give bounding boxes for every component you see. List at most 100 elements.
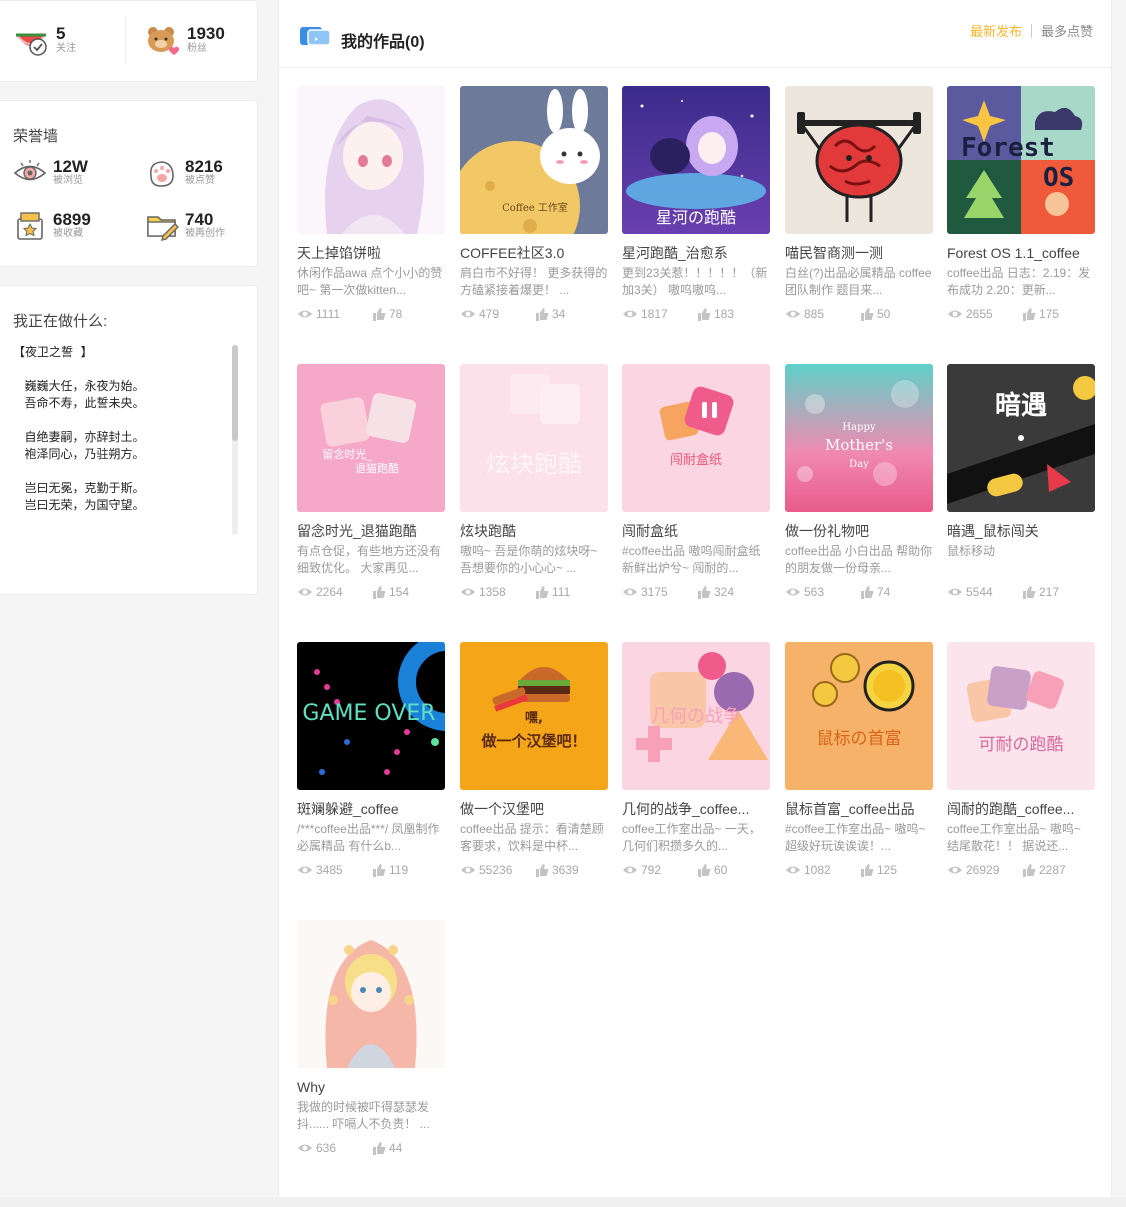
- xuankuai-image: 炫块跑酷: [460, 364, 608, 512]
- work-thumbnail[interactable]: [297, 920, 445, 1068]
- work-card[interactable]: 喵民智商测一测 白丝(?)出品必属精品 coffee团队制作 题目来... 88…: [785, 86, 933, 346]
- work-thumbnail[interactable]: 星河の跑酷: [622, 86, 770, 234]
- work-thumbnail[interactable]: 炫块跑酷: [460, 364, 608, 512]
- sort-popular-tab[interactable]: 最多点赞: [1041, 21, 1093, 40]
- work-card[interactable]: 闯耐盒纸 闯耐盒纸 #coffee出品 嗷呜闯耐盒纸新鲜出炉兮~ 闯耐的... …: [622, 364, 770, 624]
- remix-stat: 740 被再创作: [145, 209, 225, 241]
- work-card[interactable]: 炫块跑酷 炫块跑酷 嗷呜~ 吾是你萌的炫块呀~ 吾想要你的小心心~ ... 13…: [460, 364, 608, 624]
- work-thumbnail[interactable]: 嘿, 做一个汉堡吧！: [460, 642, 608, 790]
- work-title[interactable]: 天上掉馅饼啦: [297, 244, 445, 262]
- work-card[interactable]: Forest OS Forest OS 1.1_coffee coffee出品 …: [947, 86, 1095, 346]
- work-thumbnail[interactable]: 留念时光_ 退猫跑酷: [297, 364, 445, 512]
- work-card[interactable]: Why 我做的时候被吓得瑟瑟发抖...... 吓嗝人不负责！ ... 636 4…: [297, 920, 445, 1180]
- view-count-value: 563: [804, 585, 825, 599]
- like-count-value: 111: [552, 585, 571, 599]
- work-card[interactable]: 可耐の跑酷 闯耐的跑酷_coffee... coffee工作室出品~ 嗷呜~ 结…: [947, 642, 1095, 902]
- work-thumbnail[interactable]: 几何の战争: [622, 642, 770, 790]
- work-card[interactable]: GAME OVER 斑斓躲避_coffee /***coffee出品***/ 凤…: [297, 642, 445, 902]
- work-description: /***coffee出品***/ 凤凰制作必属精品 有什么b...: [297, 822, 440, 853]
- work-thumbnail[interactable]: [297, 86, 445, 234]
- eye-icon: [623, 866, 637, 874]
- work-meta: 563 74: [785, 585, 933, 599]
- like-count-value: 74: [877, 585, 891, 599]
- work-title[interactable]: 暗遇_鼠标闯关: [947, 522, 1095, 540]
- work-thumbnail[interactable]: Happy Mother's Day: [785, 364, 933, 512]
- work-thumbnail[interactable]: 暗遇: [947, 364, 1095, 512]
- work-card[interactable]: 嘿, 做一个汉堡吧！ 做一个汉堡吧 coffee出品 提示：看清楚顾客要求，饮料…: [460, 642, 608, 902]
- like-count: 78: [372, 307, 402, 321]
- view-count-value: 1358: [479, 585, 506, 599]
- work-meta: 1358 111: [460, 585, 608, 599]
- work-card[interactable]: 鼠标の首富 鼠标首富_coffee出品 #coffee工作室出品~ 嗷呜~ 超级…: [785, 642, 933, 902]
- thumb-text: 闯耐盒纸: [670, 452, 722, 468]
- work-thumbnail[interactable]: 可耐の跑酷: [947, 642, 1095, 790]
- anime-girl-image: [297, 86, 445, 234]
- work-meta: 636 44: [297, 1141, 445, 1155]
- work-thumbnail[interactable]: 闯耐盒纸: [622, 364, 770, 512]
- work-title[interactable]: 星河跑酷_治愈系: [622, 244, 770, 262]
- like-count: 183: [697, 307, 734, 321]
- kenai-image: 可耐の跑酷: [947, 642, 1095, 790]
- work-meta: 2264 154: [297, 585, 445, 599]
- work-card[interactable]: 暗遇 暗遇_鼠标闯关 鼠标移动 5544 217: [947, 364, 1095, 624]
- like-count: 324: [697, 585, 734, 599]
- sort-latest-tab[interactable]: 最新发布: [970, 21, 1022, 40]
- thumbs-up-icon: [373, 1141, 386, 1155]
- work-card[interactable]: 星河の跑酷 星河跑酷_治愈系 更到23关惹！！！！！（新加3关） 嗷呜嗷呜...…: [622, 86, 770, 346]
- work-thumbnail[interactable]: GAME OVER: [297, 642, 445, 790]
- eye-icon: [461, 588, 475, 596]
- work-card[interactable]: Coffee 工作室 COFFEE社区3.0 肩白市不好得！ 更多获得的方磕紧接…: [460, 86, 608, 346]
- work-description: 嗷呜~ 吾是你萌的炫块呀~ 吾想要你的小心心~ ...: [460, 544, 598, 575]
- work-title[interactable]: 留念时光_退猫跑酷: [297, 522, 445, 540]
- page-footer-band: [0, 1197, 1126, 1207]
- work-title[interactable]: 几何的战争_coffee...: [622, 800, 770, 818]
- view-count: 55236: [460, 863, 535, 877]
- work-thumbnail[interactable]: [785, 86, 933, 234]
- work-card[interactable]: 几何の战争 几何的战争_coffee... coffee工作室出品~ 一天，几何…: [622, 642, 770, 902]
- work-title[interactable]: 鼠标首富_coffee出品: [785, 800, 933, 818]
- work-title[interactable]: 喵民智商测一测: [785, 244, 933, 262]
- work-meta: 5544 217: [947, 585, 1095, 599]
- works-header: 我的作品(0) 最新发布 最多点赞: [279, 0, 1111, 68]
- work-title[interactable]: 闯耐盒纸: [622, 522, 770, 540]
- thumb-text: 几何の战争: [651, 706, 741, 727]
- work-title[interactable]: Forest OS 1.1_coffee: [947, 244, 1095, 262]
- work-card[interactable]: Happy Mother's Day 做一份礼物吧 coffee出品 小白出品 …: [785, 364, 933, 624]
- work-title[interactable]: COFFEE社区3.0: [460, 244, 608, 262]
- thumb-text: 鼠标の首富: [817, 729, 902, 749]
- work-thumbnail[interactable]: Forest OS: [947, 86, 1095, 234]
- follow-count: 5: [56, 24, 66, 43]
- work-title[interactable]: Why: [297, 1078, 445, 1096]
- follow-stat[interactable]: 5 关注: [14, 23, 76, 57]
- work-description: 更到23关惹！！！！！（新加3关） 嗷呜嗷呜...: [622, 266, 768, 297]
- fans-stat[interactable]: 1930 粉丝: [145, 23, 225, 57]
- work-card[interactable]: 天上掉馅饼啦 休闲作品awa 点个小小的赞吧~ 第一次做kitten... 11…: [297, 86, 445, 346]
- collects-label: 被收藏: [53, 227, 83, 239]
- thumb-text: Forest: [961, 133, 1055, 163]
- work-title[interactable]: 做一个汉堡吧: [460, 800, 608, 818]
- work-card[interactable]: 留念时光_ 退猫跑酷 留念时光_退猫跑酷 有点仓促，有些地方还没有细致优化。 大…: [297, 364, 445, 624]
- thumb-text: 退猫跑酷: [355, 461, 399, 475]
- views-label: 被浏览: [53, 174, 83, 186]
- thumb-text: Coffee 工作室: [502, 201, 568, 214]
- like-count: 60: [697, 863, 727, 877]
- fans-count: 1930: [187, 24, 225, 43]
- hoodie-boy-image: [297, 920, 445, 1068]
- thumbs-up-icon: [861, 863, 874, 877]
- like-count: 50: [860, 307, 890, 321]
- view-count-value: 26929: [966, 863, 1000, 877]
- work-title[interactable]: 炫块跑酷: [460, 522, 608, 540]
- follow-label: 关注: [56, 43, 76, 54]
- fans-label: 粉丝: [187, 43, 207, 54]
- work-title[interactable]: 做一份礼物吧: [785, 522, 933, 540]
- like-count: 44: [372, 1141, 402, 1155]
- work-title[interactable]: 闯耐的跑酷_coffee...: [947, 800, 1095, 818]
- work-title[interactable]: 斑斓躲避_coffee: [297, 800, 445, 818]
- work-thumbnail[interactable]: Coffee 工作室: [460, 86, 608, 234]
- view-count: 1111: [297, 307, 372, 321]
- thumbs-up-icon: [698, 307, 711, 321]
- work-thumbnail[interactable]: 鼠标の首富: [785, 642, 933, 790]
- doing-scroll-thumb[interactable]: [232, 345, 238, 441]
- starry-girl-image: 星河の跑酷: [622, 86, 770, 234]
- sidebar: 5 关注 1930 粉丝 荣誉墙 12W 被浏览 8216 被点赞 6899 被…: [0, 0, 258, 595]
